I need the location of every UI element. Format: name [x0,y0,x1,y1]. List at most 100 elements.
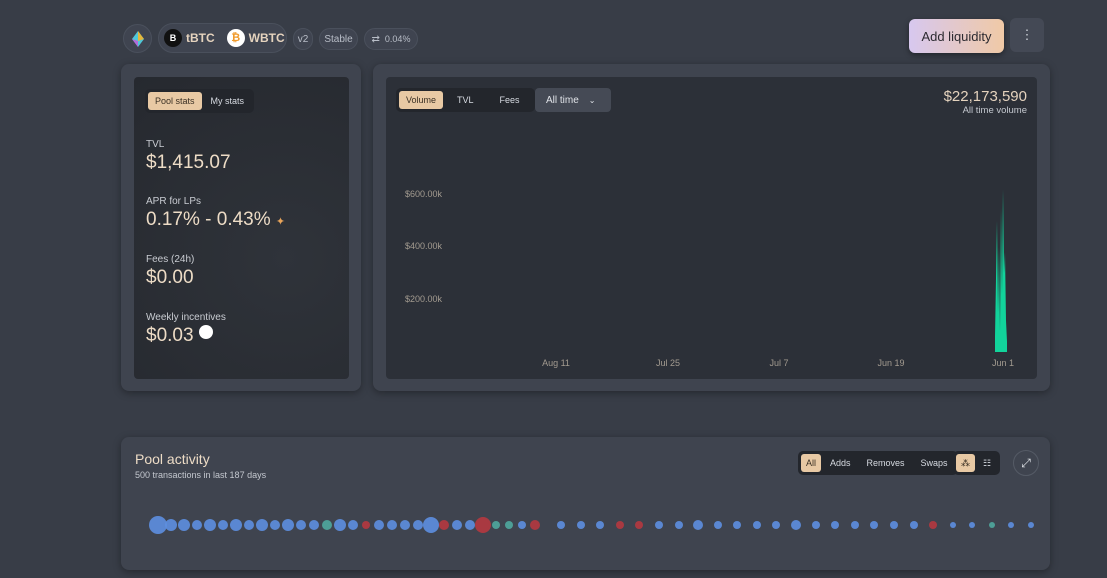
apr-label: APR for LPs [146,196,202,207]
y-tick-label: $600.00k [405,188,443,199]
activity-bubble-swap[interactable] [296,520,306,530]
filter-adds[interactable]: Adds [823,454,858,472]
activity-subtitle: 500 transactions in last 187 days [135,470,267,480]
x-tick-label: Jul 25 [655,358,681,368]
activity-bubble-swap[interactable] [400,520,410,530]
x-tick-label: Jul 7 [769,358,789,368]
stats-tabs: Pool stats My stats [145,89,255,113]
activity-bubble-swap[interactable] [192,520,202,530]
incentive-token-icon [198,325,213,339]
list-view-icon[interactable]: ☷ [977,454,997,472]
activity-bubble-remove[interactable] [635,521,644,529]
more-options-button[interactable]: ⋮ [1010,18,1044,52]
activity-bubble-swap[interactable] [949,522,956,528]
activity-bubble-swap[interactable] [889,521,898,529]
incentives-value: $0.03 [146,325,194,346]
activity-bubble-swap[interactable] [204,519,216,531]
pool-type-badge: Stable [319,28,358,50]
y-tick-label: $400.00k [405,241,443,251]
activity-bubble-swap[interactable] [309,520,319,530]
expand-icon[interactable]: ⤢ [1013,450,1039,476]
activity-bubble-swap[interactable] [1008,522,1015,528]
activity-bubble-swap[interactable] [733,521,742,529]
activity-bubbles [121,512,1050,542]
activity-bubble-swap[interactable] [831,521,840,529]
volume-chart [995,189,1007,352]
activity-bubble-swap[interactable] [518,521,526,529]
wbtc-icon: ₿ [226,29,245,47]
activity-bubble-swap[interactable] [334,519,346,531]
activity-bubble-swap[interactable] [348,520,358,530]
activity-bubble-add[interactable] [322,520,332,530]
activity-bubble-remove[interactable] [929,521,938,529]
fees-label: Fees (24h) [146,254,195,265]
activity-bubble-swap[interactable] [282,519,294,531]
activity-bubble-remove[interactable] [362,521,370,529]
fee-badge: ⇄ 0.04% [364,28,418,50]
tab-my-stats[interactable]: My stats [204,92,252,110]
activity-bubble-swap[interactable] [752,521,761,529]
activity-bubble-swap[interactable] [178,519,190,531]
activity-bubble-swap[interactable] [256,519,268,531]
activity-bubble-swap[interactable] [465,520,475,530]
tvl-label: TVL [146,139,165,150]
activity-bubble-swap[interactable] [576,521,585,529]
activity-bubble-swap[interactable] [230,519,242,531]
tbtc-icon: B [164,29,182,47]
activity-bubble-swap[interactable] [165,519,177,531]
tab-pool-stats[interactable]: Pool stats [148,92,202,110]
activity-bubble-swap[interactable] [713,521,722,529]
sparkle-icon[interactable]: ✦ [276,216,285,228]
activity-bubble-swap[interactable] [791,520,801,530]
activity-bubble-swap[interactable] [654,521,663,529]
bubble-view-icon[interactable]: ⁂ [956,454,975,472]
activity-bubble-swap[interactable] [452,520,462,530]
filter-all[interactable]: All [801,454,822,472]
y-tick-label: $200.00k [405,293,443,304]
activity-bubble-swap[interactable] [693,520,704,530]
add-liquidity-button[interactable]: Add liquidity [909,19,1004,53]
activity-filters: All Adds Removes Swaps [798,451,958,475]
activity-bubble-add[interactable] [505,521,513,529]
activity-bubble-swap[interactable] [772,521,781,529]
activity-bubble-remove[interactable] [439,520,449,530]
activity-title: Pool activity [135,451,210,467]
token-pair[interactable]: B tBTC ₿ WBTC [158,23,287,53]
activity-bubble-add[interactable] [988,522,995,528]
activity-bubble-swap[interactable] [557,521,565,529]
activity-bubble-swap[interactable] [244,520,254,530]
activity-bubble-swap[interactable] [218,520,228,530]
x-tick-label: Jun 1 [991,358,1015,368]
activity-bubble-swap[interactable] [870,521,879,529]
activity-bubble-remove[interactable] [615,521,624,529]
token-b-label: WBTC [248,31,285,45]
activity-bubble-swap[interactable] [270,520,280,530]
chart-card: Volume TVL Fees All time ⌄ $22,173,590 Al… [373,64,1050,391]
activity-bubble-swap[interactable] [596,521,605,529]
apr-value: 0.17% - 0.43% [146,209,271,230]
activity-bubble-remove[interactable] [530,520,540,530]
activity-bubble-swap[interactable] [969,522,976,528]
activity-bubble-swap[interactable] [387,520,397,530]
network-icon[interactable] [123,24,152,53]
activity-bubble-add[interactable] [492,521,500,529]
activity-bubble-swap[interactable] [1028,522,1034,528]
pool-stats-card: Pool stats My stats TVL $1,415.07 APR fo… [121,64,361,391]
filter-removes[interactable]: Removes [860,454,912,472]
view-toggle: ⁂ ☷ [953,451,1001,475]
swap-icon: ⇄ [371,33,380,45]
activity-bubble-swap[interactable] [423,517,439,533]
activity-bubble-swap[interactable] [674,521,683,529]
activity-bubble-swap[interactable] [909,521,918,529]
activity-bubble-swap[interactable] [413,520,423,530]
pool-activity-card: Pool activity 500 transactions in last 1… [121,437,1050,570]
activity-bubble-swap[interactable] [374,520,384,530]
activity-bubble-swap[interactable] [850,521,859,529]
activity-bubble-remove[interactable] [475,517,491,533]
incentives-label: Weekly incentives [146,312,226,323]
filter-swaps[interactable]: Swaps [914,454,955,472]
fee-label: 0.04% [384,34,411,44]
tvl-value: $1,415.07 [146,152,231,173]
x-tick-label: Aug 11 [542,358,570,368]
activity-bubble-swap[interactable] [811,521,820,529]
